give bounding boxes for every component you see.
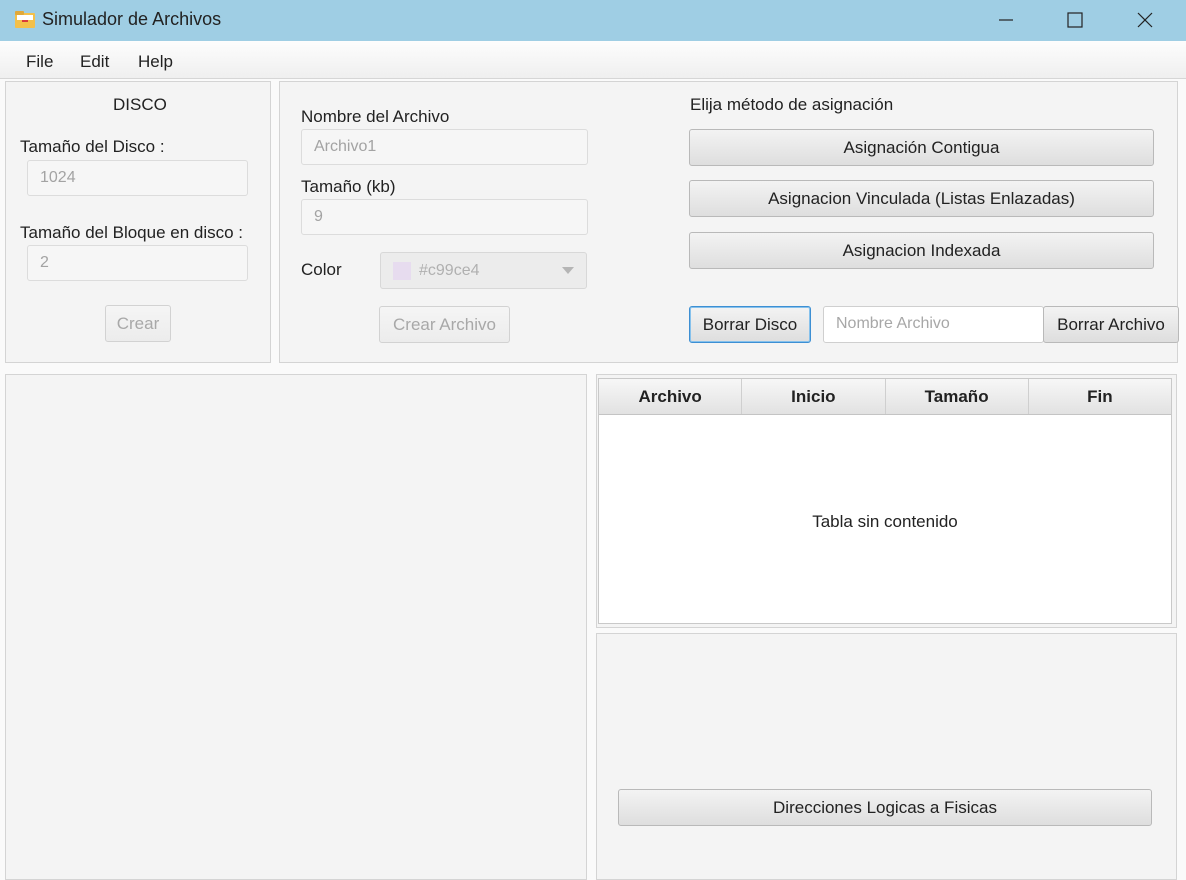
asignacion-contigua-button[interactable]: Asignación Contigua [689, 129, 1154, 166]
crear-archivo-button[interactable]: Crear Archivo [379, 306, 510, 343]
disk-size-label: Tamaño del Disco : [20, 137, 165, 156]
window-title: Simulador de Archivos [42, 9, 222, 29]
files-table: Archivo Inicio Tamaño Fin Tabla sin cont… [598, 378, 1172, 624]
disco-heading: DISCO [113, 95, 167, 114]
close-icon [1137, 12, 1153, 28]
block-size-field[interactable]: 2 [27, 245, 248, 281]
asignacion-indexada-button[interactable]: Asignacion Indexada [689, 232, 1154, 269]
borrar-disco-button[interactable]: Borrar Disco [689, 306, 811, 343]
file-name-label: Nombre del Archivo [301, 107, 450, 126]
maximize-icon [1067, 12, 1083, 28]
file-name-field[interactable]: Archivo1 [301, 129, 588, 165]
menu-edit[interactable]: Edit [80, 52, 109, 72]
crear-button[interactable]: Crear [105, 305, 171, 342]
column-tamano[interactable]: Tamaño [886, 379, 1029, 414]
minimize-icon [999, 19, 1013, 21]
asignacion-vinculada-button[interactable]: Asignacion Vinculada (Listas Enlazadas) [689, 180, 1154, 217]
color-value: #c99ce4 [419, 262, 480, 279]
borrar-archivo-button[interactable]: Borrar Archivo [1043, 306, 1179, 343]
direcciones-panel [596, 633, 1177, 880]
minimize-button[interactable] [984, 0, 1028, 40]
asignacion-heading: Elija método de asignación [690, 95, 894, 114]
block-size-label: Tamaño del Bloque en disco : [20, 223, 244, 242]
disk-visualization-panel [5, 374, 587, 880]
close-button[interactable] [1123, 0, 1167, 40]
chevron-down-icon [562, 267, 574, 274]
empty-table-message: Tabla sin contenido [812, 512, 958, 531]
file-size-label: Tamaño (kb) [301, 177, 396, 196]
direcciones-button[interactable]: Direcciones Logicas a Fisicas [618, 789, 1152, 826]
folder-icon [15, 11, 35, 28]
color-swatch [393, 262, 411, 280]
menu-help[interactable]: Help [138, 52, 173, 72]
color-label: Color [301, 260, 342, 279]
nombre-archivo-input[interactable]: Nombre Archivo [823, 306, 1044, 343]
column-fin[interactable]: Fin [1029, 379, 1171, 414]
title-bar: Simulador de Archivos [0, 0, 1186, 41]
menu-file[interactable]: File [26, 52, 53, 72]
maximize-button[interactable] [1053, 0, 1097, 40]
column-inicio[interactable]: Inicio [742, 379, 886, 414]
column-archivo[interactable]: Archivo [599, 379, 743, 414]
color-picker[interactable]: #c99ce4 [380, 252, 587, 289]
menu-bar: File Edit Help [0, 41, 1186, 79]
file-size-field[interactable]: 9 [301, 199, 588, 235]
table-header: Archivo Inicio Tamaño Fin [599, 379, 1171, 415]
disk-size-field[interactable]: 1024 [27, 160, 248, 196]
